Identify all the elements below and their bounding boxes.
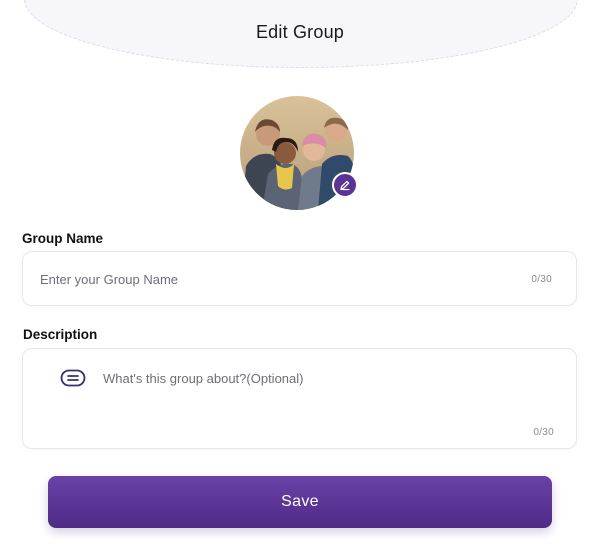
save-button[interactable]: Save xyxy=(48,476,552,528)
edit-group-screen: Edit Group Group Name Enter your Group N… xyxy=(0,0,600,560)
page-title: Edit Group xyxy=(255,22,345,42)
edit-avatar-button[interactable] xyxy=(332,172,358,198)
description-input[interactable] xyxy=(103,369,523,387)
description-field[interactable]: 0/30 xyxy=(22,348,577,449)
group-avatar-container xyxy=(240,96,358,212)
description-label: Description xyxy=(23,327,98,342)
pencil-icon xyxy=(340,180,350,191)
description-char-counter: 0/30 xyxy=(533,427,554,438)
text-lines-icon xyxy=(60,369,86,387)
group-name-field[interactable]: 0/30 xyxy=(22,251,577,306)
group-name-input[interactable] xyxy=(40,270,510,288)
group-name-char-counter: 0/30 xyxy=(531,274,552,285)
group-name-label: Group Name xyxy=(22,231,104,246)
